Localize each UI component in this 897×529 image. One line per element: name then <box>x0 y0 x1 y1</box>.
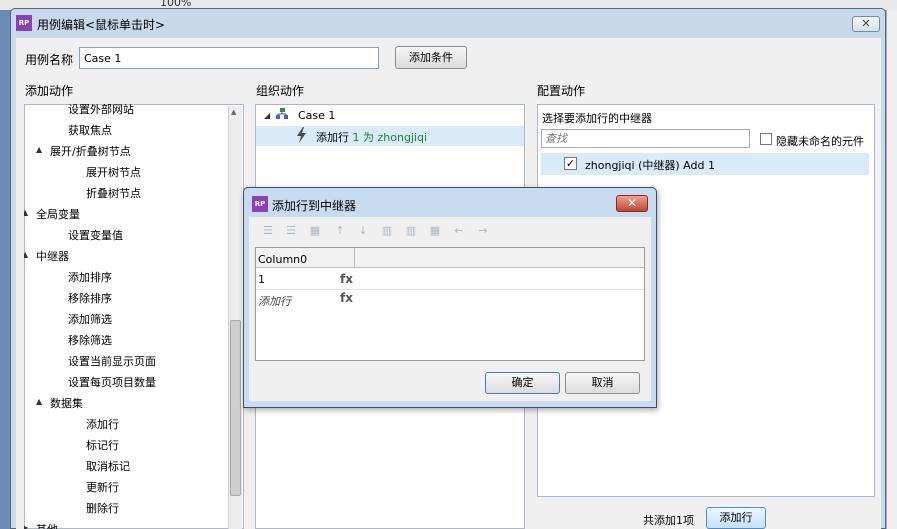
case-collapse-icon[interactable]: ◢ <box>264 111 270 120</box>
tree-item-label: 设置当前显示页面 <box>68 355 156 368</box>
tree-item[interactable]: 移除筛选 <box>68 332 112 348</box>
tree-item-label: 设置每页项目数量 <box>68 376 156 389</box>
tree-item[interactable]: 取消标记 <box>86 458 130 474</box>
insert-below-icon[interactable]: ☰ <box>284 225 298 237</box>
action-name: 添加行 <box>316 131 353 144</box>
configure-actions-heading: 配置动作 <box>537 84 586 98</box>
tree-item-label: 其他 <box>36 523 58 529</box>
tree-item-label: 展开/折叠树节点 <box>50 145 131 158</box>
grid-row-divider <box>256 289 644 290</box>
total-added-text: 共添加1项 <box>643 514 694 527</box>
tree-item-label: 全局变量 <box>36 208 80 221</box>
close-button[interactable]: ✕ <box>616 195 648 212</box>
scroll-up-icon[interactable]: ▲ <box>231 108 236 116</box>
actions-tree: 设置外部网站 获取焦点 ▲ 展开/折叠树节点展开树节点折叠树节点 ▲ 全局变量设置变量值 ▲… <box>24 104 228 529</box>
tree-item[interactable]: 标记行 <box>86 437 119 453</box>
tree-item[interactable]: 删除行 <box>86 500 119 516</box>
tree-item-label: 设置外部网站 <box>68 104 134 116</box>
dialog-title: 用例编辑<鼠标单击时> <box>37 18 166 32</box>
fx-icon[interactable]: fx <box>340 291 353 305</box>
tree-item-label: 删除行 <box>86 502 119 515</box>
background-app-edge <box>886 10 897 529</box>
tree-item-label: 添加行 <box>86 418 119 431</box>
tree-item[interactable]: 获取焦点 <box>68 122 112 138</box>
tree-item-label: 添加筛选 <box>68 313 112 326</box>
hide-unnamed-checkbox[interactable] <box>760 133 772 145</box>
tree-item[interactable]: 展开树节点 <box>86 164 141 180</box>
tree-item[interactable]: 设置每页项目数量 <box>68 374 156 390</box>
grid-cell-placeholder[interactable]: 添加行 <box>258 293 291 309</box>
collapse-icon[interactable]: ▲ <box>24 208 28 217</box>
tree-item[interactable]: ▶ 其他 <box>24 521 58 529</box>
collapse-icon[interactable]: ▲ <box>36 145 42 154</box>
delete-col-icon[interactable]: ▦ <box>428 225 442 237</box>
tree-item-label: 展开树节点 <box>86 166 141 179</box>
tree-item-label: 数据集 <box>50 397 83 410</box>
tree-item[interactable]: 添加筛选 <box>68 311 112 327</box>
action-label: 添加行 1 为 zhongjiqi <box>316 129 427 145</box>
tree-item-label: 更新行 <box>86 481 119 494</box>
cancel-button[interactable]: 取消 <box>565 372 640 394</box>
axure-rp-icon: RP <box>252 196 268 212</box>
case-node-icon <box>276 108 288 120</box>
organize-actions-heading: 组织动作 <box>256 84 305 98</box>
tree-item-label: 中继器 <box>36 250 69 263</box>
repeater-item-label: zhongjiqi (中继器) Add 1 <box>585 159 715 172</box>
insert-col-right-icon[interactable]: ▥ <box>404 225 418 237</box>
tree-item-label: 设置变量值 <box>68 229 123 242</box>
action-detail: 1 为 zhongjiqi <box>352 131 428 144</box>
grid-cell-value[interactable]: 1 <box>258 273 265 286</box>
tree-item[interactable]: 折叠树节点 <box>86 185 141 201</box>
tree-item[interactable]: 移除排序 <box>68 290 112 306</box>
tree-item[interactable]: 设置外部网站 <box>68 104 134 117</box>
tree-item[interactable]: ▲ 全局变量 <box>24 206 80 222</box>
tree-item[interactable]: 设置变量值 <box>68 227 123 243</box>
tree-item[interactable]: ▲ 中继器 <box>24 248 69 264</box>
axure-rp-icon: RP <box>16 15 32 31</box>
tree-item-label: 标记行 <box>86 439 119 452</box>
column-header[interactable]: Column0 <box>258 253 307 266</box>
collapse-icon[interactable]: ▲ <box>36 397 42 406</box>
add-condition-button[interactable]: 添加条件 <box>395 46 467 69</box>
tree-item[interactable]: 添加排序 <box>68 269 112 285</box>
move-left-icon[interactable]: ← <box>452 225 466 237</box>
select-repeater-label: 选择要添加行的中继器 <box>542 112 652 125</box>
close-button[interactable]: ✕ <box>852 16 880 32</box>
move-right-icon[interactable]: → <box>476 225 490 237</box>
add-actions-heading: 添加动作 <box>25 84 74 98</box>
tree-item[interactable]: 设置当前显示页面 <box>68 353 156 369</box>
case-name-input[interactable] <box>79 47 379 69</box>
search-input[interactable] <box>541 129 750 148</box>
collapse-icon[interactable]: ▲ <box>24 250 28 259</box>
hide-unnamed-label: 隐藏未命名的元件 <box>776 135 864 148</box>
tree-item-label: 折叠树节点 <box>86 187 141 200</box>
grid-header-divider <box>354 248 355 268</box>
add-row-dialog-title: 添加行到中继器 <box>272 199 357 213</box>
tree-item[interactable]: 添加行 <box>86 416 119 432</box>
expand-icon[interactable]: ▶ <box>24 523 28 529</box>
case-node-label[interactable]: Case 1 <box>298 109 335 122</box>
move-up-icon[interactable]: ↑ <box>333 225 347 237</box>
tree-item[interactable]: 更新行 <box>86 479 119 495</box>
insert-above-icon[interactable]: ☰ <box>261 225 275 237</box>
insert-col-left-icon[interactable]: ▥ <box>380 225 394 237</box>
scrollbar-thumb[interactable] <box>230 320 241 496</box>
action-lightning-icon <box>296 127 308 143</box>
tree-item[interactable]: ▲ 展开/折叠树节点 <box>36 143 131 159</box>
case-name-label: 用例名称 <box>25 53 74 67</box>
add-row-button[interactable]: 添加行 <box>706 507 766 529</box>
delete-row-icon[interactable]: ▦ <box>308 225 322 237</box>
tree-item-label: 获取焦点 <box>68 124 112 137</box>
ok-button[interactable]: 确定 <box>485 372 560 394</box>
move-down-icon[interactable]: ↓ <box>356 225 370 237</box>
tree-item[interactable]: ▲ 数据集 <box>36 395 83 411</box>
fx-icon[interactable]: fx <box>340 272 353 286</box>
repeater-checkbox[interactable]: ✓ <box>564 157 577 170</box>
grid-header <box>256 248 644 268</box>
tree-item-label: 移除筛选 <box>68 334 112 347</box>
tree-item-label: 移除排序 <box>68 292 112 305</box>
tree-item-label: 取消标记 <box>86 460 130 473</box>
tree-item-label: 添加排序 <box>68 271 112 284</box>
